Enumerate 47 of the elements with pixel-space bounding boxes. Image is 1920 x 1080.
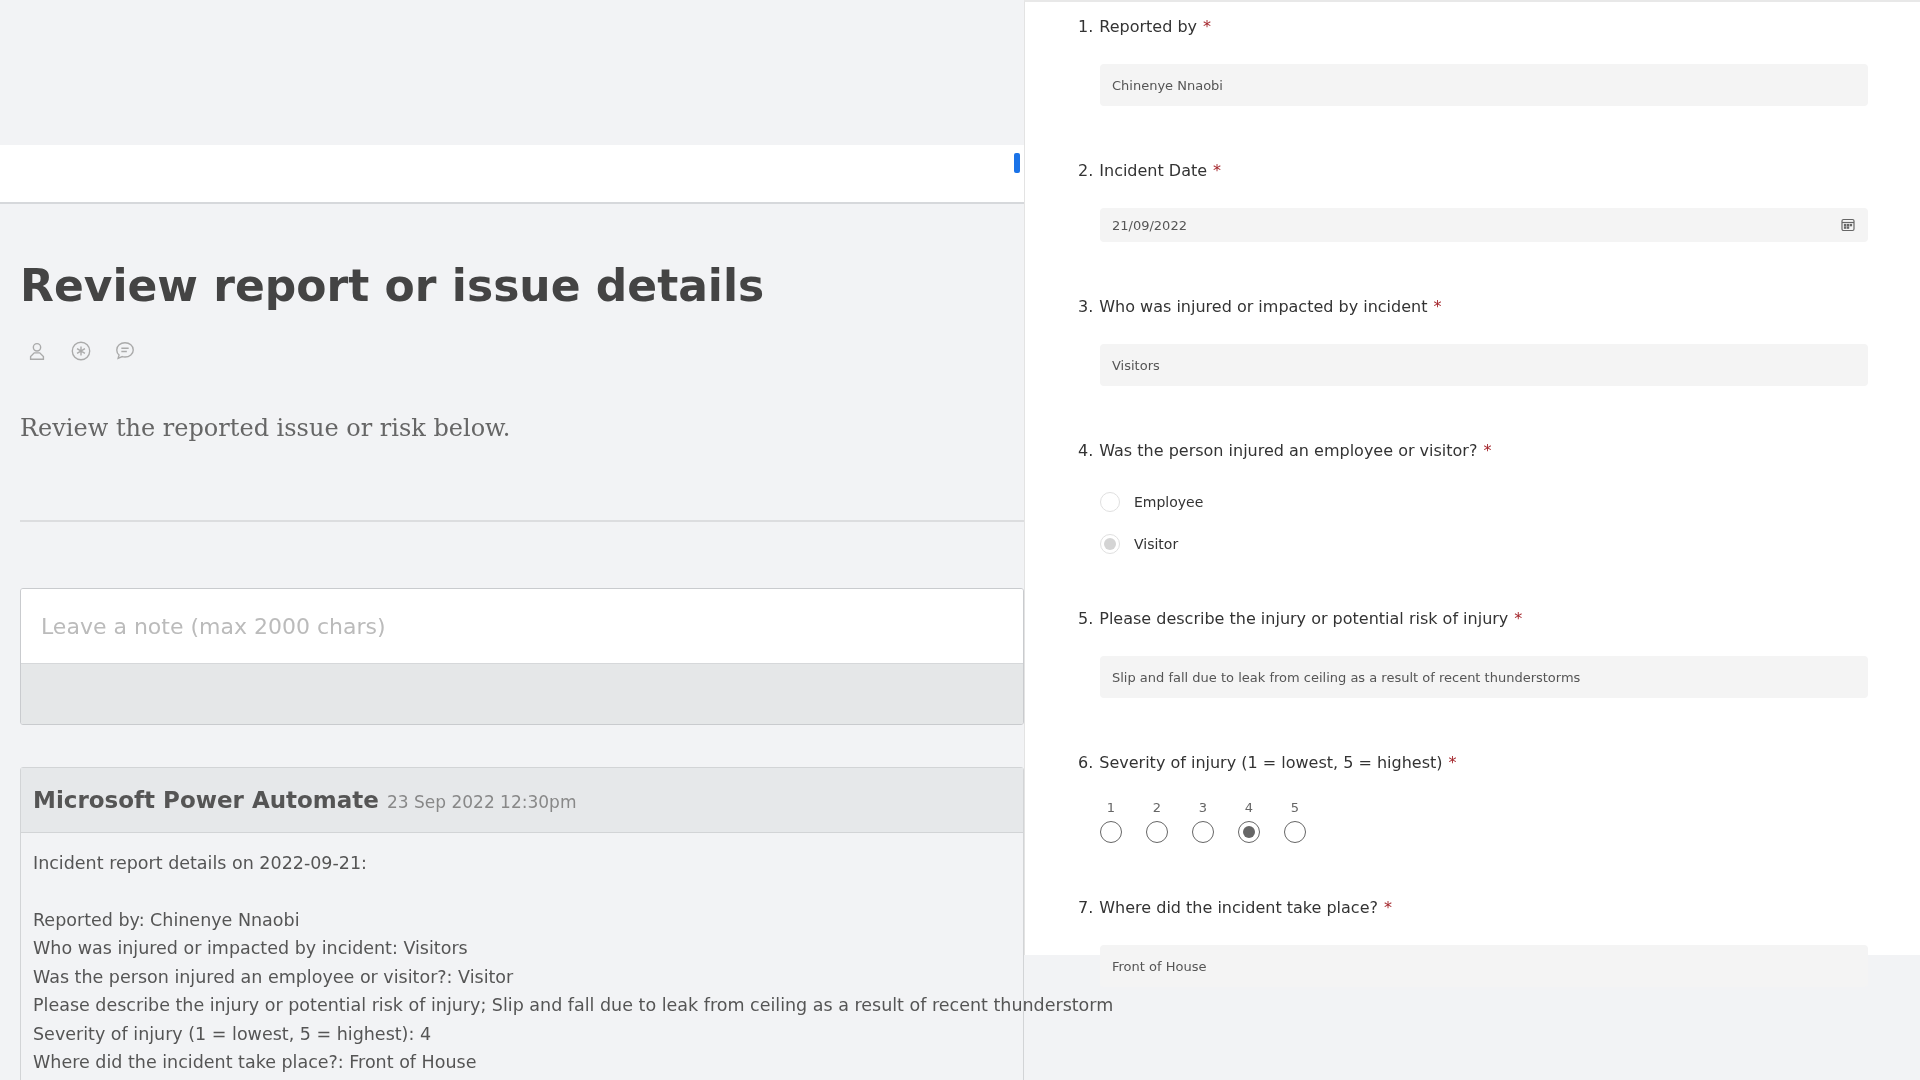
comment-text: Who was injured or impacted by incident: Visitors [33, 937, 468, 960]
comment-timestamp: 23 Sep 2022 12:30pm [386, 792, 577, 812]
required-mark: * [1203, 16, 1211, 38]
option-label: Employee [1134, 494, 1204, 510]
answer-field[interactable]: Chinenye Nnaobi [1100, 64, 1868, 106]
required-mark: * [1384, 897, 1392, 919]
comment-text: Severity of injury (1 = lowest, 5 = highest): 4 [33, 1022, 432, 1046]
question-label: Where did the incident take place? [1099, 897, 1378, 919]
rating-number: 3 [1198, 800, 1208, 815]
answer-field[interactable]: Slip and fall due to leak from ceiling as a result of recent thunderstorms [1100, 656, 1868, 698]
question-number: 7. [1078, 897, 1094, 919]
question-number: 6. [1078, 752, 1094, 774]
required-mark: * [1433, 296, 1442, 318]
question-number: 3. [1078, 296, 1094, 318]
required-mark: * [1483, 440, 1492, 462]
required-mark: * [1448, 752, 1457, 774]
comment-text: Incident report details on 2022-09-21: [33, 852, 367, 875]
question-number: 2. [1078, 160, 1094, 182]
option-label: Visitor [1134, 536, 1179, 552]
question-label: Severity of injury (1 = lowest, 5 = highest) [1099, 752, 1443, 774]
question-label: Was the person injured an employee or visitor? [1099, 440, 1478, 462]
question-number: 5. [1078, 608, 1094, 630]
rating-number: 5 [1290, 800, 1300, 815]
answer-field[interactable]: Visitors [1100, 344, 1868, 386]
question-label: Incident Date [1099, 160, 1208, 182]
rating-number: 1 [1106, 800, 1116, 815]
rating-number: 2 [1152, 800, 1162, 815]
question-label: Who was injured or impacted by incident [1099, 296, 1428, 318]
comment-text: Please describe the injury or potential risk of injury; Slip and fall due to leak from ceiling as a result of recent thunderstorm [33, 994, 1114, 1017]
comment-text: Reported by: Chinenye Nnaobi [33, 908, 300, 932]
question-number: 4. [1078, 440, 1094, 462]
question-label: Reported by [1099, 16, 1197, 38]
question-number: 1. [1078, 16, 1094, 38]
page-subtitle: Review the reported issue or risk below. [20, 414, 511, 442]
comment-text: Where did the incident take place?: Front of House [33, 1051, 477, 1074]
required-mark: * [1213, 160, 1222, 182]
note-field[interactable]: Leave a note (max 2000 chars) [20, 588, 1024, 725]
required-mark: * [1514, 608, 1523, 630]
rating-number: 4 [1244, 800, 1254, 815]
comment-author: Microsoft Power Automate [33, 787, 379, 813]
date-field[interactable]: 21/09/2022 [1100, 208, 1868, 242]
question-label: Please describe the injury or potential risk of injury [1099, 608, 1509, 630]
page-title: Review report or issue details [20, 259, 765, 313]
star-circle-icon[interactable] [70, 340, 92, 362]
calendar-icon[interactable] [1840, 217, 1856, 233]
edge-marker [1014, 153, 1020, 173]
comment-text: Was the person injured an employee or visitor?: Visitor [33, 965, 514, 989]
